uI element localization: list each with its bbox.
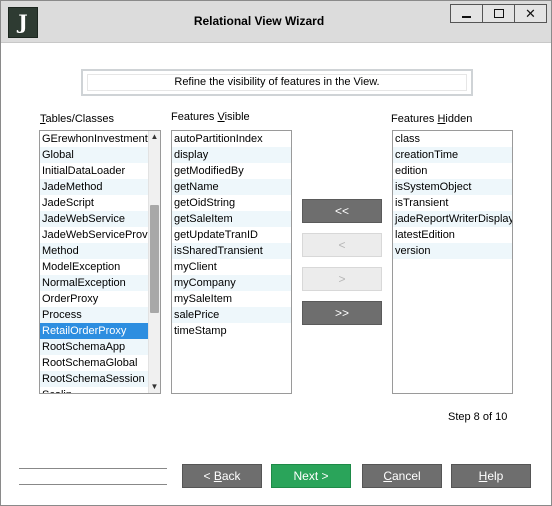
list-item[interactable]: JadeMethod <box>40 179 148 195</box>
tables-classes-label: Tables/Classes <box>40 113 114 125</box>
features-hidden-items: class creationTime edition isSystemObject is… <box>393 131 512 259</box>
features-hidden-label: Features Hidden <box>391 113 473 125</box>
list-item[interactable]: RootSchemaSession <box>40 371 148 387</box>
list-item[interactable]: autoPartitionIndex <box>172 131 291 147</box>
list-item[interactable]: Process <box>40 307 148 323</box>
tables-classes-list[interactable]: GErewhonInvestments Global InitialDataLoad… <box>39 130 161 394</box>
move-all-left-button[interactable]: << <box>302 199 382 223</box>
list-item[interactable]: isSharedTransient <box>172 243 291 259</box>
list-item[interactable]: myClient <box>172 259 291 275</box>
maximize-icon <box>493 9 504 18</box>
minimize-icon <box>462 16 471 18</box>
list-item[interactable]: timeStamp <box>172 323 291 339</box>
list-item[interactable]: latestEdition <box>393 227 512 243</box>
list-item[interactable]: isTransient <box>393 195 512 211</box>
features-visible-list[interactable]: autoPartitionIndex display getModifiedBy ge… <box>171 130 292 394</box>
step-indicator: Step 8 of 10 <box>448 411 508 423</box>
close-icon: ✕ <box>525 6 536 21</box>
window-title: Relational View Wizard <box>193 14 325 28</box>
instruction-text: Refine the visibility of features in the… <box>87 74 467 91</box>
list-item[interactable]: OrderProxy <box>40 291 148 307</box>
list-item[interactable]: class <box>393 131 512 147</box>
list-item[interactable]: creationTime <box>393 147 512 163</box>
move-right-button[interactable]: > <box>302 267 382 291</box>
list-item[interactable]: Global <box>40 147 148 163</box>
list-item[interactable]: edition <box>393 163 512 179</box>
title-bar: J Relational View Wizard ✕ <box>1 1 551 43</box>
list-item[interactable]: getSaleItem <box>172 211 291 227</box>
cancel-button[interactable]: Cancel <box>362 464 442 488</box>
separator-line <box>19 468 167 469</box>
instruction-panel: Refine the visibility of features in the… <box>81 69 473 96</box>
minimize-button[interactable] <box>450 4 483 23</box>
list-item[interactable]: Scalin <box>40 387 148 393</box>
list-item[interactable]: RootSchemaApp <box>40 339 148 355</box>
tables-scrollbar[interactable]: ▲ ▼ <box>148 131 160 393</box>
list-item[interactable]: NormalException <box>40 275 148 291</box>
features-visible-items: autoPartitionIndex display getModifiedBy ge… <box>172 131 291 339</box>
list-item[interactable]: display <box>172 147 291 163</box>
tables-classes-items: GErewhonInvestments Global InitialDataLoad… <box>40 131 148 393</box>
next-button[interactable]: Next > <box>271 464 351 488</box>
scroll-up-arrow-icon[interactable]: ▲ <box>149 131 160 143</box>
separator-line <box>19 484 167 485</box>
list-item[interactable]: getModifiedBy <box>172 163 291 179</box>
help-button[interactable]: Help <box>451 464 531 488</box>
list-item[interactable]: Method <box>40 243 148 259</box>
list-item[interactable]: version <box>393 243 512 259</box>
list-item[interactable]: JadeWebServiceProvid <box>40 227 148 243</box>
list-item[interactable]: salePrice <box>172 307 291 323</box>
scroll-thumb[interactable] <box>150 205 159 313</box>
list-item[interactable]: getOidString <box>172 195 291 211</box>
list-item[interactable]: RetailOrderProxy <box>40 323 148 339</box>
scroll-down-arrow-icon[interactable]: ▼ <box>149 381 160 393</box>
close-button[interactable]: ✕ <box>514 4 547 23</box>
list-item[interactable]: mySaleItem <box>172 291 291 307</box>
list-item[interactable]: RootSchemaGlobal <box>40 355 148 371</box>
list-item[interactable]: jadeReportWriterDisplay <box>393 211 512 227</box>
list-item[interactable]: getUpdateTranID <box>172 227 291 243</box>
list-item[interactable]: GErewhonInvestments <box>40 131 148 147</box>
maximize-button[interactable] <box>482 4 515 23</box>
wizard-window: J Relational View Wizard ✕ Refine the vi… <box>0 0 552 506</box>
back-button[interactable]: < Back <box>182 464 262 488</box>
list-item[interactable]: myCompany <box>172 275 291 291</box>
list-item[interactable]: getName <box>172 179 291 195</box>
features-visible-label: Features Visible <box>171 111 250 123</box>
list-item[interactable]: InitialDataLoader <box>40 163 148 179</box>
list-item[interactable]: JadeScript <box>40 195 148 211</box>
list-item[interactable]: ModelException <box>40 259 148 275</box>
list-item[interactable]: JadeWebService <box>40 211 148 227</box>
list-item[interactable]: isSystemObject <box>393 179 512 195</box>
move-all-right-button[interactable]: >> <box>302 301 382 325</box>
features-hidden-list[interactable]: class creationTime edition isSystemObject is… <box>392 130 513 394</box>
move-left-button[interactable]: < <box>302 233 382 257</box>
